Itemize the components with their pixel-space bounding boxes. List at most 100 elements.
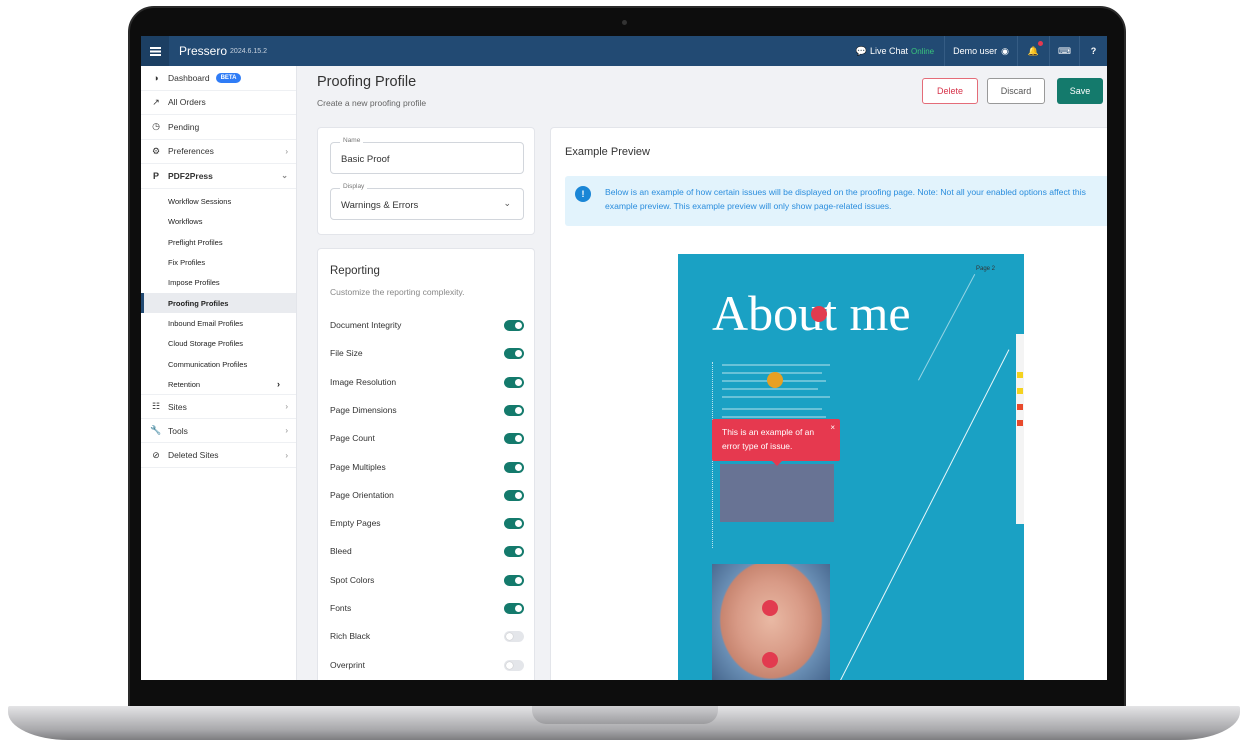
sidebar-item-all-orders[interactable]: ↗ All Orders <box>141 91 296 115</box>
discard-button[interactable]: Discard <box>987 78 1045 104</box>
sidebar-sub-cloud-storage-profiles[interactable]: Cloud Storage Profiles <box>141 334 296 354</box>
sidebar-sub-communication-profiles[interactable]: Communication Profiles <box>141 354 296 374</box>
doc-page-label: Page 2 <box>976 266 996 272</box>
camera-icon <box>622 20 627 25</box>
dashboard-icon: ◑ <box>153 72 159 83</box>
issue-tooltip-text: This is an example of an error type of i… <box>722 427 815 451</box>
preview-info-text: Below is an example of how certain issue… <box>605 187 1086 211</box>
chart-line-icon: ↗ <box>152 96 160 107</box>
doc-edge-strip <box>1016 334 1024 524</box>
doc-text-line <box>722 416 826 418</box>
issue-tooltip: This is an example of an error type of i… <box>712 419 840 466</box>
sidebar-sub-workflow-sessions[interactable]: Workflow Sessions <box>141 192 296 212</box>
edge-marker <box>1017 404 1023 410</box>
reporting-option-row: Document Integrity <box>330 315 524 335</box>
sidebar-item-label: PDF2Press <box>168 170 213 181</box>
notifications-button[interactable]: 🔔 <box>1017 36 1049 66</box>
preview-document-page: Page 2 About me This is an example of an… <box>678 254 1024 680</box>
sidebar-sub-inbound-email-profiles[interactable]: Inbound Email Profiles <box>141 313 296 333</box>
reporting-option-row: File Size <box>330 343 524 363</box>
preview-title: Example Preview <box>565 146 650 158</box>
reporting-option-toggle[interactable] <box>504 518 524 530</box>
reporting-option-toggle[interactable] <box>504 433 524 445</box>
doc-text-line <box>722 408 822 410</box>
help-icon: ? <box>1090 46 1097 56</box>
reporting-option-label: Page Dimensions <box>330 404 397 415</box>
reporting-option-toggle[interactable] <box>504 603 524 614</box>
reporting-option-label: Overprint <box>330 659 365 670</box>
page-title: Proofing Profile <box>317 74 417 90</box>
name-field-value: Basic Proof <box>341 154 390 165</box>
reporting-option-label: Fonts <box>330 603 352 613</box>
sidebar-item-tools[interactable]: 🔧 Tools › <box>141 419 296 444</box>
live-chat-button[interactable]: 💬 Live Chat Online <box>846 36 944 66</box>
sidebar-item-label: Tools <box>168 425 188 436</box>
name-field-label: Name <box>340 137 364 144</box>
sidebar-item-deleted-sites[interactable]: ⊘ Deleted Sites › <box>141 443 296 468</box>
reporting-option-toggle[interactable] <box>504 320 524 331</box>
reporting-option-row: Rich Black <box>330 626 524 646</box>
issue-marker-error[interactable] <box>762 600 778 616</box>
reporting-option-toggle[interactable] <box>504 574 524 586</box>
delete-button[interactable]: Delete <box>922 78 978 104</box>
issue-marker-error[interactable] <box>762 652 778 668</box>
sidebar-item-label: Sites <box>168 401 187 412</box>
issue-marker-error[interactable] <box>811 306 827 322</box>
sidebar-item-preferences[interactable]: ⚙ Preferences › <box>141 140 296 164</box>
bell-icon: 🔔 <box>1027 45 1040 56</box>
preview-info-alert: ! Below is an example of how certain iss… <box>565 176 1107 226</box>
sidebar-item-pending[interactable]: ◷ Pending <box>141 115 296 140</box>
sidebar-sub-fix-profiles[interactable]: Fix Profiles <box>141 252 296 272</box>
reporting-option-toggle[interactable] <box>504 376 524 388</box>
save-button[interactable]: Save <box>1057 78 1103 104</box>
reporting-option-toggle[interactable] <box>504 461 524 473</box>
reporting-option-toggle[interactable] <box>504 404 524 416</box>
edge-marker <box>1017 372 1023 378</box>
reporting-option-toggle[interactable] <box>504 489 524 501</box>
sidebar-sub-impose-profiles[interactable]: Impose Profiles <box>141 273 296 293</box>
reporting-option-toggle[interactable] <box>504 348 524 360</box>
app-screen: Pressero 2024.6.15.2 💬 Live Chat Online … <box>141 36 1107 680</box>
sidebar-item-pdf2press[interactable]: P PDF2Press ⌄ <box>141 164 296 189</box>
wrench-icon: 🔧 <box>150 425 162 436</box>
notification-dot <box>1038 41 1043 46</box>
doc-diagonal-dotted <box>918 274 976 381</box>
close-icon[interactable]: × <box>830 421 835 435</box>
sidebar-sub-proofing-profiles[interactable]: Proofing Profiles <box>141 292 296 314</box>
reporting-option-row: Page Count <box>330 428 524 448</box>
issue-marker-warning[interactable] <box>767 372 783 388</box>
reporting-option-label: File Size <box>330 348 363 359</box>
laptop-notch <box>532 706 718 724</box>
display-select[interactable]: Display Warnings & Errors ⌄ <box>330 183 524 220</box>
sidebar-sub-workflows[interactable]: Workflows <box>141 212 296 232</box>
sidebar-item-label: Preferences <box>168 146 214 157</box>
reporting-option-toggle[interactable] <box>504 546 524 558</box>
chevron-right-icon: › <box>285 146 288 156</box>
edge-marker <box>1017 388 1023 394</box>
chat-icon: 💬 <box>855 45 867 56</box>
page-subtitle: Create a new proofing profile <box>317 98 427 108</box>
user-circle-icon: ◉ <box>1001 45 1009 56</box>
sitemap-icon: ☷ <box>151 401 161 412</box>
menu-toggle-icon[interactable] <box>141 36 169 66</box>
sidebar-sub-retention[interactable]: Retention › <box>141 374 296 394</box>
profile-settings-card: Name Basic Proof Display Warnings & Erro… <box>317 127 535 235</box>
reporting-option-row: Page Multiples <box>330 457 524 477</box>
help-button[interactable]: ? <box>1079 36 1107 66</box>
reporting-option-label: Page Multiples <box>330 461 386 472</box>
error-highlight-region <box>720 464 834 522</box>
sidebar-sub-preflight-profiles[interactable]: Preflight Profiles <box>141 232 296 252</box>
reporting-option-label: Empty Pages <box>330 518 381 529</box>
pdf2press-icon: P <box>152 170 159 181</box>
keyboard-button[interactable]: ⌨ <box>1049 36 1079 66</box>
sidebar-item-sites[interactable]: ☷ Sites › <box>141 394 296 419</box>
reporting-option-toggle[interactable] <box>504 659 524 671</box>
display-select-value: Warnings & Errors <box>341 200 419 211</box>
name-field[interactable]: Name Basic Proof <box>330 137 524 174</box>
chevron-right-icon: › <box>285 450 288 460</box>
online-status: Online <box>911 46 935 56</box>
user-menu[interactable]: Demo user ◉ <box>944 36 1017 66</box>
sidebar-item-label: Dashboard <box>168 72 210 83</box>
reporting-option-toggle[interactable] <box>504 631 524 643</box>
sidebar-item-dashboard[interactable]: ◑ Dashboard BETA <box>141 66 296 91</box>
